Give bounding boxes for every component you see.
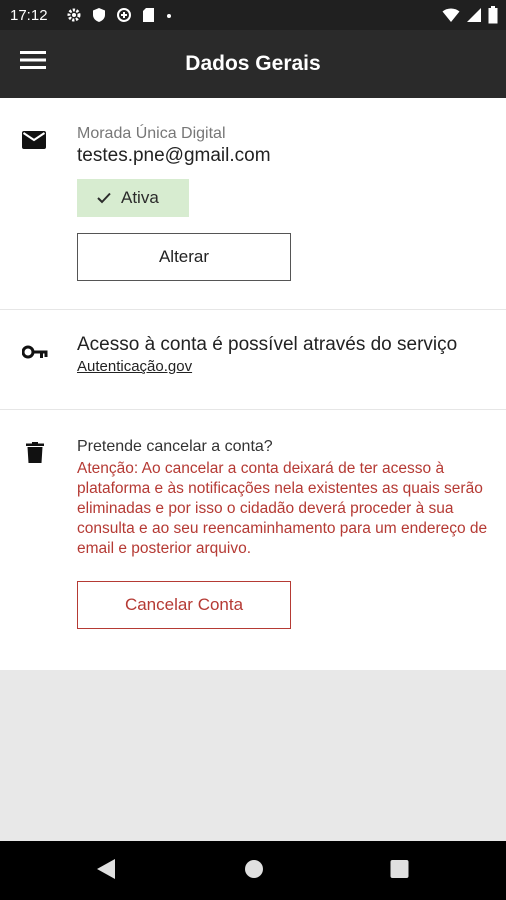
mail-icon (22, 131, 46, 149)
shield-icon (92, 8, 105, 22)
trash-icon (26, 442, 44, 463)
app-bar: Dados Gerais (0, 30, 506, 98)
autenticacao-gov-link[interactable]: Autenticação.gov (77, 358, 192, 375)
cancel-section: Pretende cancelar a conta? Atenção: Ao c… (0, 410, 506, 670)
settings-icon (67, 8, 81, 22)
email-value: testes.pne@gmail.com (77, 145, 271, 166)
back-icon[interactable] (96, 858, 116, 880)
data-saver-icon (116, 8, 131, 22)
email-label: Morada Única Digital (77, 125, 226, 142)
access-text: Acesso à conta é possível através do ser… (77, 334, 458, 355)
home-icon[interactable] (244, 858, 264, 878)
empty-area (0, 670, 506, 841)
battery-icon (488, 6, 498, 24)
cancel-account-button[interactable]: Cancelar Conta (77, 581, 291, 629)
cancel-warning: Atenção: Ao cancelar a conta deixará de … (77, 460, 488, 557)
check-icon (97, 192, 111, 204)
menu-icon (20, 51, 46, 69)
page-title: Dados Gerais (185, 52, 321, 75)
email-section: Morada Única Digital testes.pne@gmail.co… (0, 98, 506, 310)
status-icons-left (66, 7, 173, 23)
status-badge-label: Ativa (121, 188, 159, 207)
alterar-button[interactable]: Alterar (77, 233, 291, 281)
status-time: 17:12 (10, 6, 48, 24)
status-icons-right (442, 6, 498, 24)
wifi-icon (442, 8, 460, 22)
signal-icon (467, 8, 481, 22)
dot-icon (166, 14, 171, 18)
access-section: Acesso à conta é possível através do ser… (0, 310, 506, 410)
status-badge: Ativa (77, 179, 189, 217)
navigation-bar (0, 841, 506, 900)
key-icon (22, 345, 48, 359)
sd-card-icon (142, 8, 154, 22)
recents-icon[interactable] (390, 858, 409, 878)
status-bar: 17:12 (0, 0, 506, 30)
menu-button[interactable] (20, 50, 50, 78)
cancel-question: Pretende cancelar a conta? (77, 438, 273, 455)
